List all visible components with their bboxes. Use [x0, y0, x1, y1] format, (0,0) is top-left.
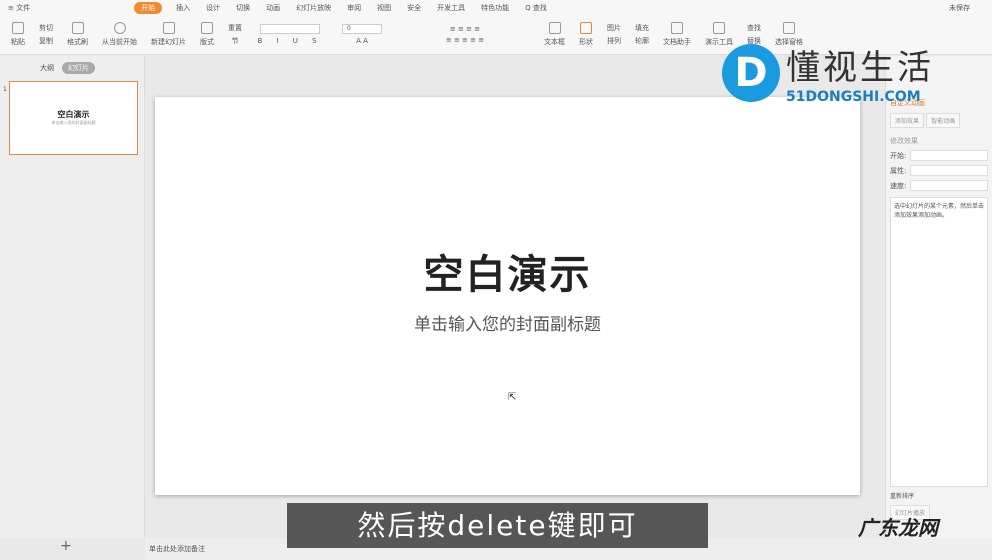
add-slide-button[interactable]: +: [60, 538, 72, 554]
tab-view[interactable]: 视图: [369, 3, 399, 13]
tab-animation[interactable]: 动画: [258, 3, 288, 13]
doc-helper-button[interactable]: 文档助手: [663, 22, 691, 47]
tab-slides[interactable]: 幻灯片: [62, 62, 95, 74]
from-current-button[interactable]: 从当前开始: [102, 22, 137, 47]
find-button[interactable]: 查找: [747, 23, 761, 33]
label: 新建幻灯片: [151, 38, 186, 46]
fill-button[interactable]: 填充: [635, 23, 649, 33]
tab-security[interactable]: 安全: [399, 3, 429, 13]
menu-bar: ≡ 文件 开始 插入 设计 切换 动画 幻灯片放映 审阅 视图 安全 开发工具 …: [0, 0, 992, 15]
speed-label: 速度:: [890, 181, 907, 190]
thumb-title: 空白演示: [57, 110, 90, 119]
font-name-select[interactable]: [260, 24, 320, 34]
slide-number: 1: [3, 86, 7, 93]
textbox-icon: [548, 22, 561, 34]
tab-transition[interactable]: 切换: [228, 3, 258, 13]
reorder-label: 重新排序: [890, 493, 915, 500]
label: 粘贴: [11, 38, 25, 46]
tab-design[interactable]: 设计: [198, 3, 228, 13]
doc-icon: [671, 22, 683, 34]
slide-canvas[interactable]: 空白演示 单击输入您的封面副标题: [155, 97, 860, 495]
video-caption: 然后按delete键即可: [287, 503, 708, 548]
slide-thumbnail[interactable]: 空白演示 单击输入您的封面副标题: [9, 81, 138, 155]
layout-icon: [201, 22, 213, 34]
layout-button[interactable]: 版式: [200, 22, 214, 47]
tab-insert[interactable]: 插入: [168, 3, 198, 13]
format-painter-button[interactable]: 格式刷: [67, 22, 88, 47]
paste-icon: [12, 22, 24, 34]
file-menu[interactable]: ≡ 文件: [0, 3, 38, 13]
textbox-button[interactable]: 文本框: [544, 22, 565, 47]
label: 从当前开始: [102, 38, 137, 46]
start-label: 开始:: [890, 151, 907, 160]
brush-icon: [71, 22, 84, 34]
font-style-buttons[interactable]: B I U S: [257, 37, 322, 45]
animation-list[interactable]: 选中幻灯片的某个元素，然后单击添加效果添加动画。: [890, 197, 988, 487]
shape-icon: [580, 22, 592, 34]
arrange-button[interactable]: 排列: [607, 36, 621, 46]
section-button[interactable]: 节: [232, 36, 239, 46]
add-effect-button[interactable]: 添加效果: [890, 113, 925, 128]
font-size-select[interactable]: 0: [342, 24, 382, 34]
cut-button[interactable]: 剪切: [39, 23, 53, 33]
font-effects[interactable]: A A: [356, 37, 368, 45]
reset-button[interactable]: 重置: [228, 23, 242, 33]
notes-placeholder[interactable]: 单击此处添加备注: [149, 544, 205, 554]
unsaved-status[interactable]: 未保存: [949, 3, 970, 13]
slide-icon: [162, 22, 175, 34]
new-slide-button[interactable]: 新建幻灯片: [151, 22, 186, 47]
mouse-cursor-icon: ⇱: [508, 392, 517, 403]
play-icon: [113, 22, 126, 34]
picture-button[interactable]: 图片: [607, 23, 621, 33]
watermark-en: 51DONGSHI.COM: [786, 89, 921, 105]
outline-button[interactable]: 轮廓: [635, 36, 649, 46]
tab-review[interactable]: 审阅: [339, 3, 369, 13]
paragraph-group[interactable]: ≡ ≡ ≡ ≡ ≡ ≡ ≡ ≡ ≡: [400, 25, 530, 44]
tab-home[interactable]: 开始: [134, 1, 163, 14]
slide-title[interactable]: 空白演示: [155, 242, 860, 300]
label: 版式: [200, 38, 214, 46]
label: 文本框: [544, 38, 565, 46]
logo-mark-icon: D: [722, 43, 780, 102]
watermark-cn: 懂视生活: [786, 48, 934, 88]
watermark-logo: D 懂视生活 51DONGSHI.COM: [722, 40, 934, 105]
modify-effect-label: 修改效果: [890, 137, 918, 145]
slide-subtitle[interactable]: 单击输入您的封面副标题: [155, 310, 860, 335]
property-label: 属性:: [890, 166, 907, 175]
tab-slideshow[interactable]: 幻灯片放映: [288, 3, 339, 13]
watermark-site: 广东龙网: [858, 516, 938, 540]
search-button[interactable]: Q 查找: [517, 3, 555, 13]
property-select[interactable]: [910, 165, 988, 176]
tab-developer[interactable]: 开发工具: [429, 3, 473, 13]
tab-features[interactable]: 特色功能: [473, 3, 517, 13]
tab-outline[interactable]: 大纲: [40, 63, 54, 73]
label: 格式刷: [67, 38, 88, 46]
speed-select[interactable]: [910, 180, 988, 191]
smart-animation-button[interactable]: 智能动画: [926, 113, 961, 128]
start-select[interactable]: [910, 150, 988, 161]
slides-panel: 大纲 幻灯片 1 空白演示 单击输入您的封面副标题: [0, 56, 145, 538]
label: 文档助手: [663, 38, 691, 46]
custom-animation-panel: 自定义动画 添加效果 智能动画 修改效果 开始: 属性: 速度: 选中幻灯片的某…: [885, 56, 992, 538]
copy-button[interactable]: 复制: [39, 36, 53, 46]
tools-icon: [713, 22, 725, 34]
label: 形状: [579, 38, 593, 46]
paste-button[interactable]: 粘贴: [11, 22, 25, 47]
shape-button[interactable]: 形状: [579, 22, 593, 47]
thumb-subtitle: 单击输入您的封面副标题: [51, 120, 96, 125]
pane-icon: [783, 22, 795, 34]
